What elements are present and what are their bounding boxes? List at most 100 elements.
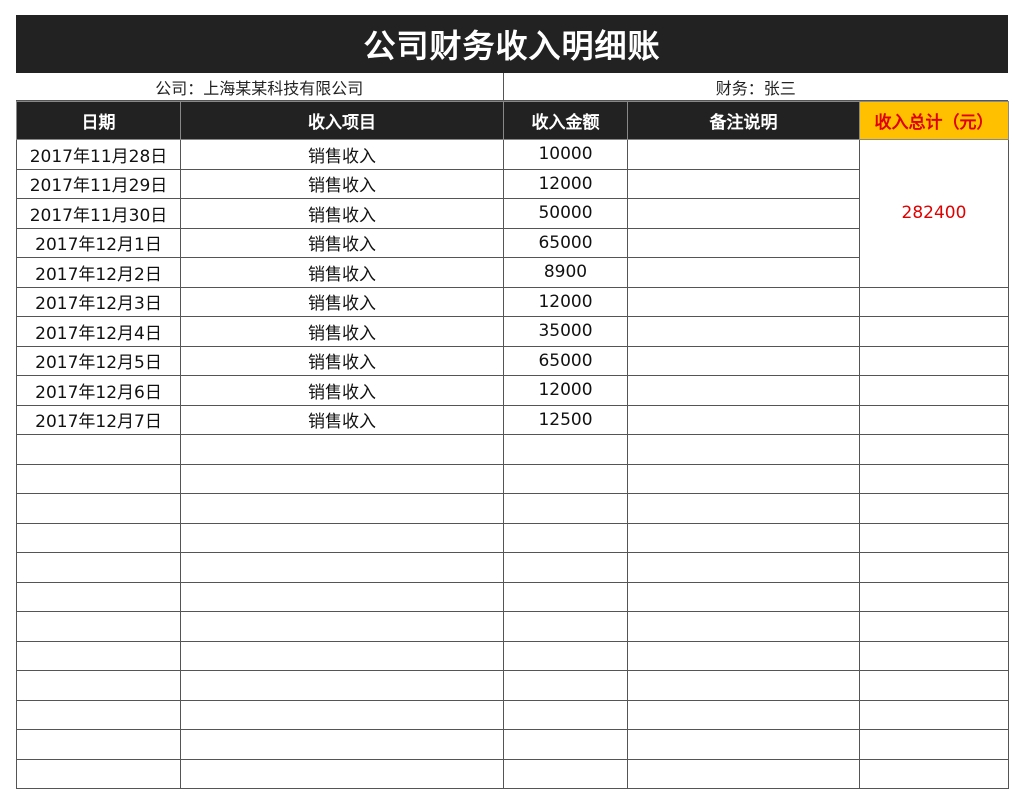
amount-cell[interactable]: 8900 — [503, 257, 628, 288]
date-cell[interactable] — [16, 552, 181, 583]
item-cell[interactable]: 销售收入 — [180, 198, 504, 229]
amount-cell[interactable]: 12500 — [503, 404, 628, 435]
note-cell[interactable] — [627, 434, 860, 465]
date-cell[interactable] — [16, 463, 181, 494]
total-cell[interactable] — [859, 463, 1009, 494]
date-cell[interactable]: 2017年11月30日 — [16, 198, 181, 229]
total-cell[interactable] — [859, 699, 1009, 730]
note-cell[interactable] — [627, 699, 860, 730]
item-cell[interactable]: 销售收入 — [180, 404, 504, 435]
date-cell[interactable]: 2017年12月2日 — [16, 257, 181, 288]
total-cell[interactable] — [859, 493, 1009, 524]
amount-cell[interactable]: 12000 — [503, 286, 628, 317]
date-cell[interactable] — [16, 611, 181, 642]
amount-cell[interactable]: 50000 — [503, 198, 628, 229]
date-cell[interactable] — [16, 758, 181, 789]
item-cell[interactable]: 销售收入 — [180, 345, 504, 376]
total-cell[interactable] — [859, 758, 1009, 789]
total-cell[interactable] — [859, 552, 1009, 583]
amount-cell[interactable] — [503, 522, 628, 553]
amount-cell[interactable] — [503, 670, 628, 701]
date-cell[interactable]: 2017年12月3日 — [16, 286, 181, 317]
date-cell[interactable] — [16, 434, 181, 465]
column-header-amount[interactable]: 收入金额 — [503, 101, 628, 140]
total-cell[interactable] — [859, 640, 1009, 671]
item-cell[interactable]: 销售收入 — [180, 316, 504, 347]
note-cell[interactable] — [627, 168, 860, 199]
column-header-note[interactable]: 备注说明 — [627, 101, 860, 140]
amount-cell[interactable] — [503, 699, 628, 730]
item-cell[interactable] — [180, 699, 504, 730]
total-cell[interactable] — [859, 404, 1009, 435]
total-cell[interactable] — [859, 670, 1009, 701]
total-cell[interactable] — [859, 434, 1009, 465]
note-cell[interactable] — [627, 729, 860, 760]
total-cell[interactable] — [859, 611, 1009, 642]
amount-cell[interactable] — [503, 729, 628, 760]
date-cell[interactable]: 2017年11月29日 — [16, 168, 181, 199]
item-cell[interactable] — [180, 493, 504, 524]
amount-cell[interactable] — [503, 552, 628, 583]
amount-cell[interactable] — [503, 758, 628, 789]
finance-info[interactable]: 财务：张三 — [504, 73, 1008, 100]
date-cell[interactable]: 2017年12月1日 — [16, 227, 181, 258]
date-cell[interactable]: 2017年11月28日 — [16, 139, 181, 170]
income-total-value[interactable]: 282400 — [859, 139, 1009, 288]
date-cell[interactable] — [16, 670, 181, 701]
total-cell[interactable] — [859, 729, 1009, 760]
note-cell[interactable] — [627, 522, 860, 553]
date-cell[interactable] — [16, 522, 181, 553]
note-cell[interactable] — [627, 670, 860, 701]
amount-cell[interactable] — [503, 493, 628, 524]
date-cell[interactable] — [16, 581, 181, 612]
amount-cell[interactable]: 10000 — [503, 139, 628, 170]
total-cell[interactable] — [859, 375, 1009, 406]
amount-cell[interactable] — [503, 611, 628, 642]
date-cell[interactable] — [16, 729, 181, 760]
item-cell[interactable]: 销售收入 — [180, 227, 504, 258]
note-cell[interactable] — [627, 257, 860, 288]
note-cell[interactable] — [627, 493, 860, 524]
total-cell[interactable] — [859, 345, 1009, 376]
item-cell[interactable] — [180, 522, 504, 553]
item-cell[interactable] — [180, 670, 504, 701]
item-cell[interactable]: 销售收入 — [180, 286, 504, 317]
total-cell[interactable] — [859, 286, 1009, 317]
item-cell[interactable]: 销售收入 — [180, 375, 504, 406]
amount-cell[interactable]: 35000 — [503, 316, 628, 347]
item-cell[interactable] — [180, 552, 504, 583]
note-cell[interactable] — [627, 375, 860, 406]
amount-cell[interactable] — [503, 640, 628, 671]
total-cell[interactable] — [859, 522, 1009, 553]
date-cell[interactable] — [16, 699, 181, 730]
note-cell[interactable] — [627, 345, 860, 376]
note-cell[interactable] — [627, 581, 860, 612]
company-info[interactable]: 公司：上海某某科技有限公司 — [16, 73, 504, 100]
date-cell[interactable]: 2017年12月4日 — [16, 316, 181, 347]
item-cell[interactable] — [180, 611, 504, 642]
note-cell[interactable] — [627, 139, 860, 170]
note-cell[interactable] — [627, 552, 860, 583]
amount-cell[interactable]: 12000 — [503, 375, 628, 406]
note-cell[interactable] — [627, 198, 860, 229]
date-cell[interactable]: 2017年12月6日 — [16, 375, 181, 406]
total-cell[interactable] — [859, 316, 1009, 347]
amount-cell[interactable]: 65000 — [503, 227, 628, 258]
item-cell[interactable] — [180, 758, 504, 789]
date-cell[interactable] — [16, 640, 181, 671]
item-cell[interactable] — [180, 640, 504, 671]
amount-cell[interactable] — [503, 463, 628, 494]
column-header-total[interactable]: 收入总计（元） — [859, 101, 1009, 140]
column-header-item[interactable]: 收入项目 — [180, 101, 504, 140]
amount-cell[interactable]: 65000 — [503, 345, 628, 376]
item-cell[interactable]: 销售收入 — [180, 257, 504, 288]
note-cell[interactable] — [627, 611, 860, 642]
item-cell[interactable]: 销售收入 — [180, 139, 504, 170]
total-cell[interactable] — [859, 581, 1009, 612]
note-cell[interactable] — [627, 404, 860, 435]
amount-cell[interactable] — [503, 581, 628, 612]
note-cell[interactable] — [627, 640, 860, 671]
item-cell[interactable] — [180, 463, 504, 494]
column-header-date[interactable]: 日期 — [16, 101, 181, 140]
date-cell[interactable] — [16, 493, 181, 524]
